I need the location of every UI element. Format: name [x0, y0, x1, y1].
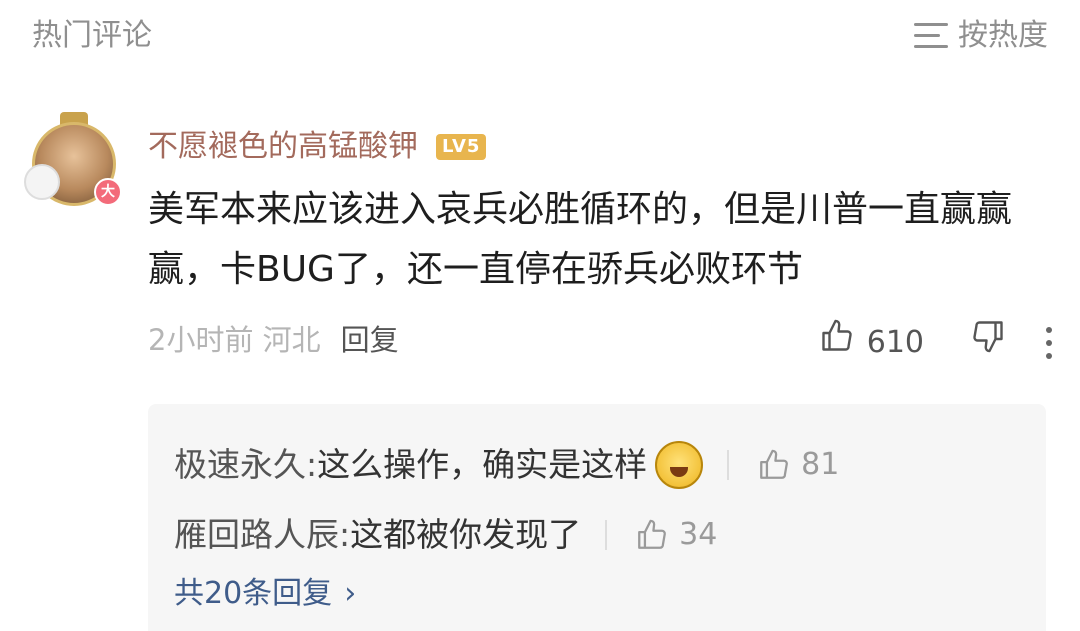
- divider: [605, 520, 608, 550]
- menu-lines-icon: [914, 23, 948, 49]
- comment-actions: 610: [819, 318, 1052, 367]
- more-vertical-icon[interactable]: [1046, 326, 1052, 359]
- chevron-right-icon: ›: [344, 576, 357, 611]
- thumbs-up-icon: [760, 449, 789, 479]
- thumbs-up-icon: [638, 519, 667, 549]
- reply-text: 这么操作，确实是这样: [317, 445, 648, 484]
- like-count: 610: [866, 324, 924, 360]
- verified-badge-icon: 大: [94, 178, 122, 206]
- more-replies-link[interactable]: 共20条回复 ›: [174, 572, 356, 616]
- reply-like-button[interactable]: 34: [635, 510, 717, 560]
- comment-header: 不愿褪色的高锰酸钾 LV5: [148, 125, 487, 169]
- reply-like-count: 81: [801, 447, 840, 482]
- level-badge: LV5: [436, 134, 487, 160]
- sort-button[interactable]: 按热度: [914, 16, 1048, 56]
- comment-meta: 2小时前 河北 回复: [148, 318, 399, 362]
- reply-author[interactable]: 极速永久:: [174, 440, 317, 490]
- section-title: 热门评论: [32, 18, 152, 53]
- comment-time-location: 2小时前 河北: [148, 323, 321, 357]
- username[interactable]: 不愿褪色的高锰酸钾: [148, 125, 418, 169]
- dog-sticker-icon: [24, 164, 60, 200]
- laughing-emoji-icon: [655, 441, 704, 489]
- reply-item[interactable]: 雁回路人辰: 这都被你发现了 34: [174, 510, 717, 560]
- reply-item[interactable]: 极速永久: 这么操作，确实是这样 81: [174, 440, 839, 490]
- avatar[interactable]: 大: [24, 112, 124, 212]
- comment-text: 美军本来应该进入哀兵必胜循环的，但是川普一直赢赢赢，卡BUG了，还一直停在骄兵必…: [148, 189, 1013, 290]
- comments-section: 热门评论 按热度 大 不愿褪色的高锰酸钾 LV5 美军本来应该进入哀兵必胜循环的…: [0, 0, 1080, 631]
- replies-panel: 极速永久: 这么操作，确实是这样 81 雁回路人辰: 这都被你发现了 34 共2…: [148, 404, 1046, 631]
- sort-label: 按热度: [958, 18, 1048, 53]
- thumbs-down-icon[interactable]: [970, 318, 1006, 367]
- more-replies-label: 共20条回复: [174, 576, 333, 611]
- reply-text: 这都被你发现了: [350, 515, 582, 554]
- reply-button[interactable]: 回复: [341, 318, 399, 362]
- reply-author[interactable]: 雁回路人辰:: [174, 510, 350, 560]
- thumbs-up-icon[interactable]: [819, 318, 855, 367]
- reply-like-count: 34: [679, 517, 718, 552]
- reply-like-button[interactable]: 81: [757, 440, 839, 490]
- divider: [727, 450, 730, 480]
